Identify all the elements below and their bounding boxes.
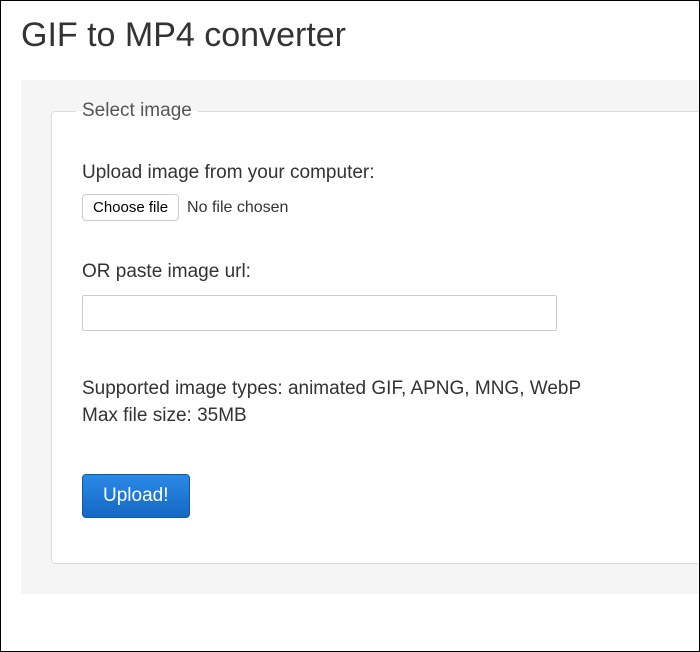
choose-file-button[interactable]: Choose file (82, 194, 179, 221)
form-panel: Select image Upload image from your comp… (21, 80, 699, 594)
file-status-text: No file chosen (187, 199, 288, 217)
url-label: OR paste image url: (82, 261, 699, 283)
page-title: GIF to MP4 converter (21, 16, 699, 55)
image-url-input[interactable] (82, 295, 557, 331)
fieldset-legend: Select image (76, 100, 198, 122)
select-image-fieldset: Select image Upload image from your comp… (51, 100, 699, 564)
supported-types-text: Supported image types: animated GIF, APN… (82, 376, 699, 403)
file-input-row: Choose file No file chosen (82, 194, 699, 221)
info-text: Supported image types: animated GIF, APN… (82, 376, 699, 429)
upload-button[interactable]: Upload! (82, 474, 190, 518)
upload-label: Upload image from your computer: (82, 162, 699, 184)
max-size-text: Max file size: 35MB (82, 403, 699, 430)
